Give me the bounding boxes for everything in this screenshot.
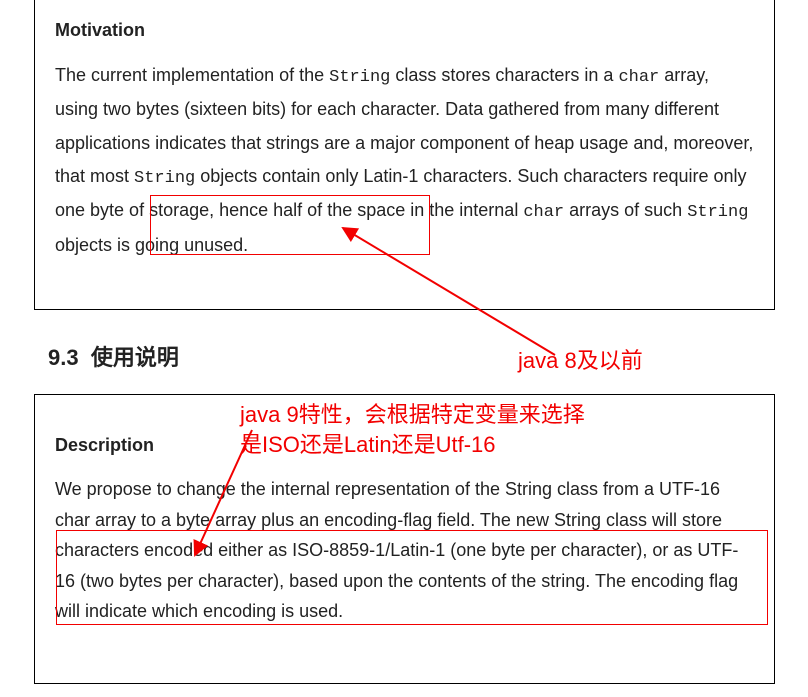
code-char: char: [523, 203, 564, 222]
text-run: arrays of such: [564, 200, 687, 220]
section-name: 使用说明: [91, 345, 179, 370]
code-char: char: [618, 68, 659, 87]
annotation-label-java9-line1: java 9特性，会根据特定变量来选择: [240, 400, 585, 430]
section-title: 9.3 使用说明: [48, 340, 179, 372]
code-string: String: [329, 68, 390, 87]
annotation-highlight-2: [56, 530, 768, 625]
text-run: The current implementation of the: [55, 65, 329, 85]
annotation-label-java8: java 8及以前: [518, 346, 643, 376]
code-string: String: [134, 169, 195, 188]
text-run: class stores characters in a: [390, 65, 618, 85]
section-number: 9.3: [48, 345, 79, 370]
motivation-heading: Motivation: [55, 20, 754, 41]
motivation-box: Motivation The current implementation of…: [34, 0, 775, 310]
annotation-highlight-1: [150, 195, 430, 255]
annotation-label-java9-line2: 是ISO还是Latin还是Utf-16: [240, 430, 496, 460]
code-string: String: [687, 203, 748, 222]
